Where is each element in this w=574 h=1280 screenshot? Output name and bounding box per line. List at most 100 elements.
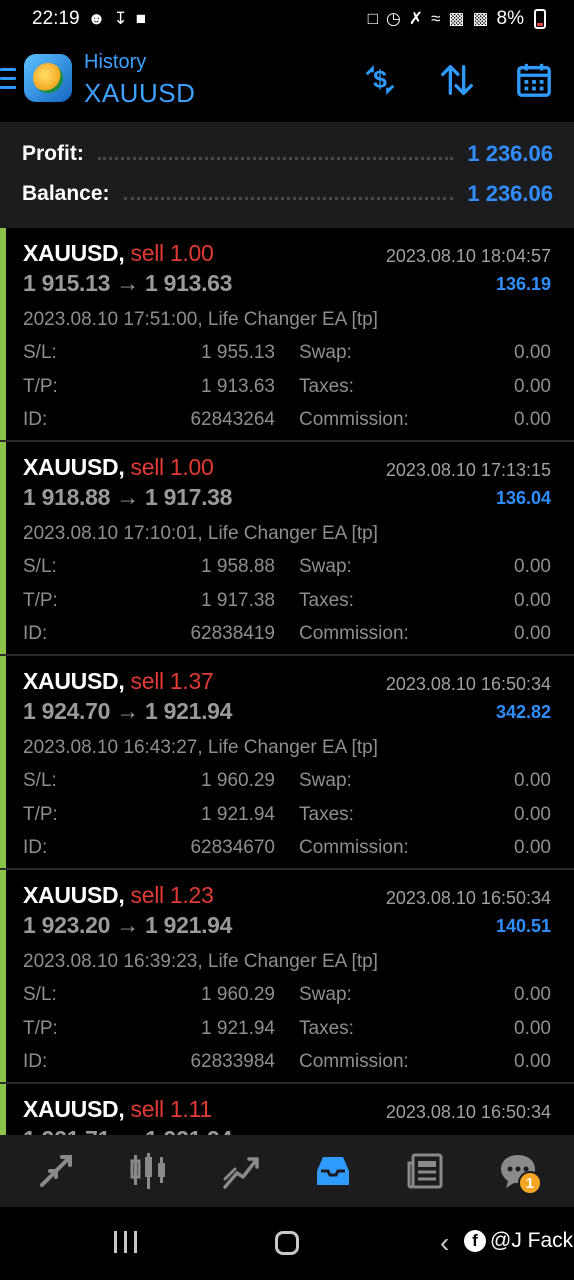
home-button[interactable]	[275, 1231, 299, 1255]
nav-quotes[interactable]	[26, 1141, 86, 1201]
trade-prices: 1 924.70 → 1 921.94	[23, 698, 233, 724]
trade-indicator-bar	[0, 870, 6, 1082]
nav-history[interactable]	[303, 1141, 363, 1201]
swap-label: Swap:	[299, 556, 352, 577]
lock-icon: □	[367, 9, 378, 28]
trade-close-time: 2023.08.10 16:50:34	[385, 888, 551, 908]
tp-label: T/P:	[23, 590, 58, 611]
trade-indicator-bar	[0, 1084, 6, 1135]
menu-icon[interactable]	[0, 68, 16, 90]
taxes-value: 0.00	[514, 1018, 551, 1039]
trade-open-info: 2023.08.10 16:39:23, Life Changer EA [tp…	[23, 951, 378, 972]
sl-label: S/L:	[23, 556, 57, 577]
snapchat-icon: ☻	[87, 9, 106, 28]
dotted-leader	[123, 196, 454, 200]
commission-value: 0.00	[514, 1051, 551, 1072]
download-icon: ↧	[113, 9, 128, 28]
trade-prices: 1 921.71 → 1 921.94	[23, 1126, 232, 1135]
dotted-leader	[97, 156, 454, 160]
summary-panel: Profit: 1 236.06 Balance: 1 236.06	[0, 122, 574, 228]
trade-indicator-bar	[0, 228, 6, 440]
chart-icon	[130, 1153, 166, 1189]
sort-button[interactable]	[437, 60, 477, 100]
nav-messages[interactable]: 1	[488, 1141, 548, 1201]
nav-chart[interactable]	[118, 1141, 178, 1201]
tp-label: T/P:	[23, 1018, 58, 1039]
trade-close-time: 2023.08.10 16:50:34	[385, 1102, 551, 1122]
tp-value: 1 913.63	[201, 376, 275, 397]
balance-label: Balance:	[22, 182, 110, 205]
trade-close-time: 2023.08.10 18:04:57	[385, 246, 551, 266]
sl-value: 1 955.13	[201, 342, 275, 363]
profit-label: Profit:	[22, 142, 84, 165]
trade-profit: 140.51	[495, 916, 551, 936]
taxes-value: 0.00	[514, 804, 551, 825]
commission-value: 0.00	[514, 837, 551, 858]
quotes-icon	[40, 1155, 73, 1187]
taxes-label: Taxes:	[299, 1018, 354, 1039]
trade-row[interactable]: XAUUSD, sell 1.11 1 921.71 → 1 921.94 20…	[0, 1084, 574, 1135]
sl-label: S/L:	[23, 770, 57, 791]
deposit-withdraw-button[interactable]: $	[360, 60, 400, 100]
trade-profit: 136.04	[495, 488, 551, 508]
trade-open-info: 2023.08.10 17:51:00, Life Changer EA [tp…	[23, 309, 378, 330]
sl-value: 1 960.29	[201, 984, 275, 1005]
trade-id-commission-line: ID: 62833984 Commission: 0.00	[23, 1051, 551, 1075]
trade-id-commission-line: ID: 62834670 Commission: 0.00	[23, 837, 551, 861]
battery-icon	[534, 9, 546, 29]
taxes-label: Taxes:	[299, 376, 354, 397]
back-button[interactable]: ‹	[440, 1227, 449, 1259]
trade-id-commission-line: ID: 62838419 Commission: 0.00	[23, 623, 551, 647]
sl-value: 1 960.29	[201, 770, 275, 791]
wifi-icon: ≈	[431, 9, 441, 28]
system-navigation-bar: ‹ f @J Fack	[0, 1207, 574, 1280]
trade-row[interactable]: XAUUSD, sell 1.23 1 923.20 → 1 921.94 20…	[0, 870, 574, 1084]
calendar-button[interactable]	[514, 60, 554, 100]
id-label: ID:	[23, 1051, 48, 1072]
trade-side: sell 1.37	[130, 668, 214, 694]
trade-sl-swap-line: S/L: 1 960.29 Swap: 0.00	[23, 770, 551, 794]
id-label: ID:	[23, 623, 48, 644]
nav-news[interactable]	[395, 1141, 455, 1201]
trade-indicator-bar	[0, 656, 6, 868]
trade-row[interactable]: XAUUSD, sell 1.00 1 915.13 → 1 913.63 20…	[0, 228, 574, 442]
swap-value: 0.00	[514, 984, 551, 1005]
signal-icon: ▩	[448, 9, 465, 28]
status-time: 22:19	[32, 8, 80, 29]
trade-symbol: XAUUSD, sell 1.00	[23, 240, 214, 266]
trade-history-list[interactable]: XAUUSD, sell 1.00 1 915.13 → 1 913.63 20…	[0, 228, 574, 1135]
facebook-icon: f	[464, 1230, 486, 1252]
trade-prices: 1 918.88 → 1 917.38	[23, 484, 233, 510]
id-label: ID:	[23, 409, 48, 430]
swap-value: 0.00	[514, 770, 551, 791]
commission-label: Commission:	[299, 623, 409, 644]
header-title[interactable]: XAUUSD	[84, 78, 195, 109]
sl-label: S/L:	[23, 342, 57, 363]
trade-open-info: 2023.08.10 17:10:01, Life Changer EA [tp…	[23, 523, 378, 544]
trade-row[interactable]: XAUUSD, sell 1.00 1 918.88 → 1 917.38 20…	[0, 442, 574, 656]
trade-row[interactable]: XAUUSD, sell 1.37 1 924.70 → 1 921.94 20…	[0, 656, 574, 870]
app-header: History XAUUSD $	[0, 40, 574, 120]
tp-label: T/P:	[23, 804, 58, 825]
trade-symbol: XAUUSD, sell 1.00	[23, 454, 214, 480]
trade-close-time: 2023.08.10 17:13:15	[385, 460, 551, 480]
swap-label: Swap:	[299, 770, 352, 791]
history-icon	[317, 1157, 350, 1185]
trade-sl-swap-line: S/L: 1 955.13 Swap: 0.00	[23, 342, 551, 366]
tp-label: T/P:	[23, 376, 58, 397]
trade-profit: 136.19	[495, 274, 551, 294]
status-bar: 22:19 ☻ ↧ ■ □ ◷ ✗ ≈ ▩ ▩ 8%	[0, 0, 574, 38]
id-value: 62834670	[190, 837, 275, 858]
trade-tp-taxes-line: T/P: 1 917.38 Taxes: 0.00	[23, 590, 551, 614]
watermark-text: @J Fack	[490, 1229, 574, 1252]
trade-side: sell 1.00	[130, 454, 214, 480]
trade-side: sell 1.23	[130, 882, 214, 908]
commission-label: Commission:	[299, 409, 409, 430]
swap-label: Swap:	[299, 342, 352, 363]
nav-trade[interactable]	[211, 1141, 271, 1201]
balance-value: 1 236.06	[467, 181, 553, 206]
tp-value: 1 921.94	[201, 1018, 275, 1039]
recent-apps-button[interactable]	[114, 1231, 137, 1253]
alarm-icon: ◷	[385, 9, 401, 28]
messages-badge: 1	[517, 1171, 542, 1195]
